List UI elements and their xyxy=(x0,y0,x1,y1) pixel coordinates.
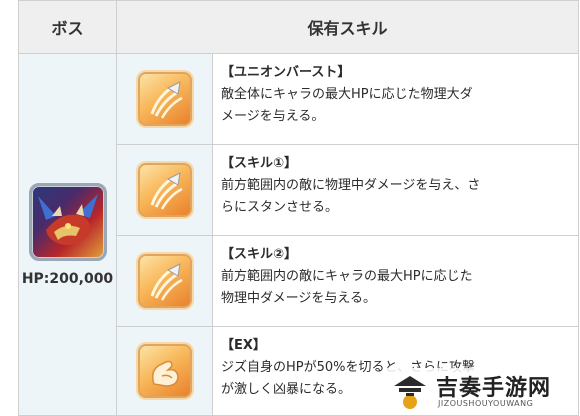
skill-description: 敵全体にキャラの最大HPに応じた物理大ダ xyxy=(221,87,473,102)
skill-description: 前方範囲内の敵にキャラの最大HPに応じた xyxy=(221,269,473,284)
skill-text-cell: 【ユニオンバースト】 敵全体にキャラの最大HPに応じた物理大ダ メージを与える。 xyxy=(211,53,580,145)
dragon-boss-portrait-icon xyxy=(28,182,107,261)
table-row: HP:200,000 【ユニオンバースト】 敵全体にキャラの最大HPに応じた物理… xyxy=(18,53,580,416)
header-boss: ボス xyxy=(18,0,117,54)
skill-description: 物理中ダメージを与える。 xyxy=(221,291,376,306)
skill-name: 【スキル②】 xyxy=(221,247,298,262)
table-header-row: ボス 保有スキル xyxy=(18,0,580,54)
boss-cell: HP:200,000 xyxy=(18,53,117,416)
skill-description: 前方範囲内の敵に物理中ダメージを与え、さ xyxy=(221,178,481,193)
watermark-subtitle: JIZOUSHOUYOUWANG xyxy=(438,399,534,408)
claw-slash-icon xyxy=(137,72,192,126)
skill-icon-cell xyxy=(116,53,213,145)
skill-description: メージを与える。 xyxy=(221,109,325,124)
skill-name: 【ユニオンバースト】 xyxy=(221,65,351,80)
skill-icon-cell xyxy=(116,326,213,416)
skill-description: らにスタンさせる。 xyxy=(221,200,339,215)
skill-name: 【スキル①】 xyxy=(221,156,298,171)
skill-name: 【EX】 xyxy=(221,338,266,353)
watermark: 吉奏手游网 JIZOUSHOUYOUWANG xyxy=(386,368,576,414)
watermark-title: 吉奏手游网 xyxy=(436,376,552,401)
watermark-logo-icon xyxy=(390,372,430,412)
boss-hp: HP:200,000 xyxy=(21,270,114,287)
claw-slash-icon xyxy=(137,254,192,308)
skill-text-cell: 【スキル①】 前方範囲内の敵に物理中ダメージを与え、さ らにスタンさせる。 xyxy=(211,144,580,236)
header-skills: 保有スキル xyxy=(115,0,580,54)
skill-text-cell: 【スキル②】 前方範囲内の敵にキャラの最大HPに応じた 物理中ダメージを与える。 xyxy=(211,235,580,327)
boss-skill-table: ボス 保有スキル HP:200,000 【ユニオンバースト】 敵全体にキャラの最… xyxy=(18,0,580,416)
skill-icon-cell xyxy=(116,144,213,236)
skill-icon-cell xyxy=(116,235,213,327)
claw-slash-icon xyxy=(137,163,192,217)
flexed-arm-icon xyxy=(137,344,192,398)
